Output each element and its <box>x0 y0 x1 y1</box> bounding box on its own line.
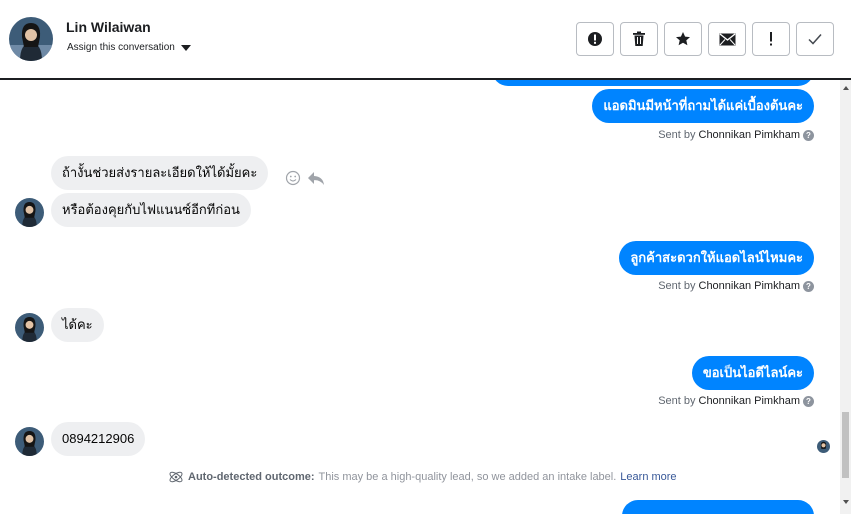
message-bubble-partial <box>622 500 814 514</box>
mark-spam-button[interactable] <box>576 22 614 56</box>
auto-detected-outcome-notice: Auto-detected outcome: This may be a hig… <box>168 470 677 484</box>
contact-name: Lin Wilaiwan <box>66 19 151 35</box>
trash-icon <box>633 31 645 46</box>
sent-by-prefix: Sent by <box>658 129 696 141</box>
outcome-text: This may be a high-quality lead, so we a… <box>318 471 617 483</box>
emoji-reaction-icon[interactable] <box>285 170 301 186</box>
star-button[interactable] <box>664 22 702 56</box>
message-bubble-partial <box>492 80 814 86</box>
message-bubble-incoming: หรือต้องคุยกับไฟแนนซ์อีกทีก่อน <box>51 193 251 227</box>
conversation-header: Lin Wilaiwan Assign this conversation <box>0 0 851 79</box>
message-bubble-outgoing: ลูกค้าสะดวกให้แอดไลน์ไหมคะ <box>619 241 814 275</box>
message-bubble-outgoing: ขอเป็นไอดีไลน์คะ <box>691 356 814 390</box>
sent-by-label: Sent by Chonnikan Pimkham ? <box>658 129 814 141</box>
check-icon <box>808 34 822 45</box>
alert-circle-icon <box>588 32 602 46</box>
help-icon[interactable]: ? <box>803 129 814 141</box>
star-icon <box>676 32 690 46</box>
message-thread[interactable]: แอดมินมีหน้าที่ถามได้แค่เบื้องต้นคะ Sent… <box>0 80 840 514</box>
exclamation-icon <box>770 32 772 46</box>
flag-button[interactable] <box>752 22 790 56</box>
envelope-icon <box>719 32 735 45</box>
message-bubble-incoming: 0894212906 <box>51 422 146 456</box>
sent-by-label: Sent by Chonnikan Pimkham ? <box>658 395 814 407</box>
help-icon[interactable]: ? <box>803 280 814 292</box>
atom-icon <box>169 471 183 483</box>
seen-indicator-avatar <box>817 440 830 453</box>
contact-avatar-small <box>15 198 44 227</box>
assign-conversation-dropdown[interactable]: Assign this conversation <box>67 42 191 53</box>
message-bubble-incoming: ถ้างั้นช่วยส่งรายละเอียดให้ได้มั้ยคะ <box>51 156 269 190</box>
sent-by-prefix: Sent by <box>658 395 696 407</box>
sent-by-label: Sent by Chonnikan Pimkham ? <box>658 280 814 292</box>
mark-done-button[interactable] <box>796 22 834 56</box>
sent-by-prefix: Sent by <box>658 280 696 292</box>
scroll-up-arrow-icon[interactable] <box>843 86 849 90</box>
assign-label: Assign this conversation <box>67 42 175 53</box>
sender-name: Chonnikan Pimkham <box>698 280 801 292</box>
sender-name: Chonnikan Pimkham <box>698 395 801 407</box>
help-icon[interactable]: ? <box>803 395 814 407</box>
delete-button[interactable] <box>620 22 658 56</box>
message-bubble-incoming: ได้คะ <box>51 308 104 342</box>
learn-more-link[interactable]: Learn more <box>620 471 676 483</box>
sender-name: Chonnikan Pimkham <box>698 129 801 141</box>
contact-avatar-small <box>15 313 44 342</box>
outcome-label: Auto-detected outcome: <box>188 471 315 483</box>
message-bubble-outgoing: แอดมินมีหน้าที่ถามได้แค่เบื้องต้นคะ <box>592 89 814 123</box>
caret-down-icon <box>180 44 191 51</box>
reply-icon[interactable] <box>307 171 325 186</box>
conversation-actions <box>576 22 834 56</box>
mark-unread-button[interactable] <box>708 22 746 56</box>
thread-scrollbar[interactable] <box>840 80 851 514</box>
message-hover-tools <box>285 170 325 186</box>
contact-avatar-small <box>15 427 44 456</box>
contact-avatar[interactable] <box>9 17 53 61</box>
scroll-down-arrow-icon[interactable] <box>843 500 849 504</box>
scrollbar-thumb[interactable] <box>842 412 849 478</box>
